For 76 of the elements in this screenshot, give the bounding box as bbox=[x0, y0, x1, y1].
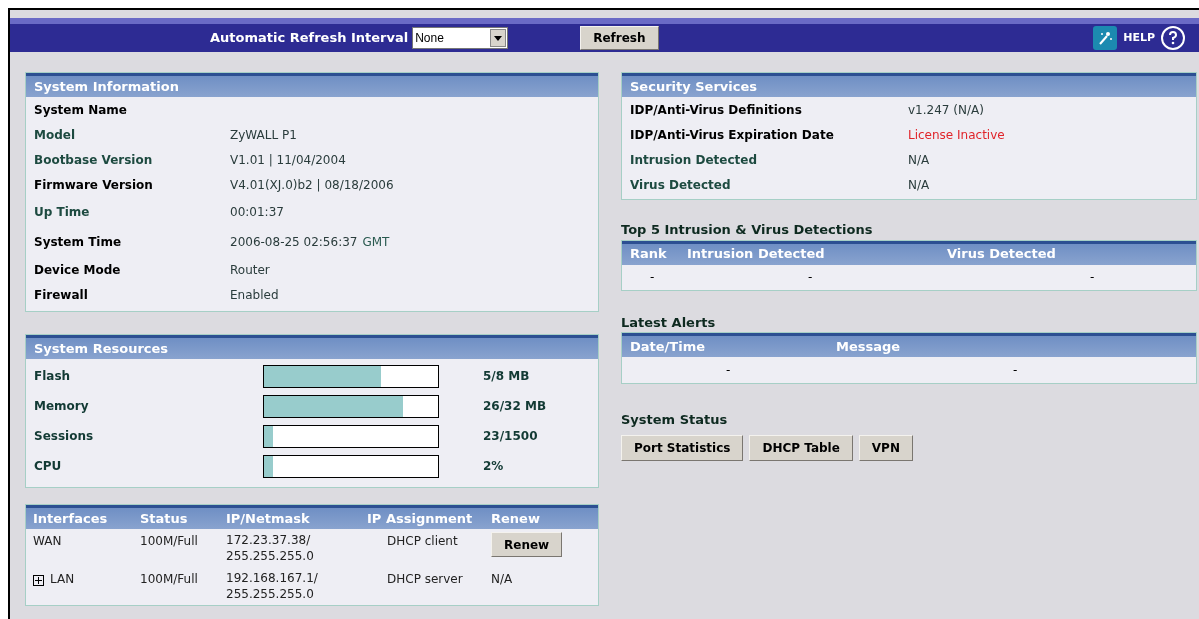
table-cell-text: DHCP server bbox=[386, 571, 464, 588]
field-label: System Name bbox=[34, 101, 128, 119]
panel-title: System Information bbox=[34, 77, 179, 96]
field-label: Bootbase Version bbox=[34, 151, 154, 169]
usage-reading: 26/32 MB bbox=[483, 398, 547, 415]
column-header: Intrusion Detected bbox=[687, 245, 826, 264]
table-cell-text: - bbox=[725, 362, 732, 379]
panel-title: System Resources bbox=[34, 339, 169, 358]
field-label: Firewall bbox=[34, 286, 89, 304]
column-header: Message bbox=[836, 337, 902, 356]
help-link[interactable]: HELP bbox=[1123, 29, 1155, 47]
column-header: IP Assignment bbox=[367, 509, 474, 528]
field-value: N/A bbox=[908, 151, 930, 169]
field-value: V1.01 | 11/04/2004 bbox=[230, 151, 346, 169]
resource-label: Memory bbox=[34, 398, 90, 415]
refresh-interval-select[interactable]: None bbox=[412, 27, 509, 49]
refresh-interval-label: Automatic Refresh Interval bbox=[210, 29, 409, 48]
panel-title: Security Services bbox=[630, 77, 757, 96]
wizard-icon[interactable] bbox=[1093, 26, 1118, 50]
field-unit: GMT bbox=[362, 234, 390, 251]
column-header: Virus Detected bbox=[947, 245, 1057, 264]
table-cell-text: 100M/Full bbox=[140, 533, 199, 550]
status-button[interactable]: DHCP Table bbox=[749, 434, 853, 461]
field-value: Enabled bbox=[230, 286, 279, 304]
renew-button[interactable]: Renew bbox=[491, 532, 563, 557]
field-value: 00:01:37 bbox=[230, 204, 284, 221]
table-cell-text: - bbox=[1013, 362, 1018, 379]
expand-icon[interactable] bbox=[33, 575, 44, 586]
table-cell-text: - bbox=[807, 269, 814, 286]
table-cell-text: 100M/Full bbox=[140, 571, 199, 588]
field-value: N/A bbox=[908, 176, 930, 194]
field-value: ZyWALL P1 bbox=[230, 126, 297, 144]
section-title: System Status bbox=[621, 411, 729, 429]
field-value: 2006-08-25 02:56:37 bbox=[230, 234, 358, 251]
field-label: IDP/Anti-Virus Expiration Date bbox=[630, 126, 835, 144]
field-value: v1.247 (N/A) bbox=[908, 101, 984, 119]
status-button[interactable]: VPN bbox=[858, 434, 913, 461]
help-icon[interactable] bbox=[1161, 26, 1185, 50]
table-cell-text: 192.168.167.1/ bbox=[226, 570, 319, 586]
table-cell-text: 255.255.255.0 bbox=[226, 548, 315, 564]
table-cell-text: - bbox=[1089, 269, 1095, 286]
interface-name: LAN bbox=[50, 571, 75, 588]
table-cell-text: 172.23.37.38/ bbox=[226, 532, 312, 548]
dropdown-icon bbox=[490, 29, 507, 47]
field-label: Device Mode bbox=[34, 261, 122, 279]
resource-label: Flash bbox=[34, 368, 72, 385]
refresh-button[interactable]: Refresh bbox=[580, 26, 659, 50]
field-label: System Time bbox=[34, 234, 123, 251]
interface-name: WAN bbox=[33, 533, 62, 550]
field-label: IDP/Anti-Virus Definitions bbox=[630, 101, 803, 119]
column-header: Renew bbox=[491, 509, 541, 528]
field-label: Up Time bbox=[34, 204, 91, 221]
column-header: IP/Netmask bbox=[226, 509, 311, 528]
resource-label: Sessions bbox=[34, 428, 95, 445]
usage-reading: 2% bbox=[483, 458, 504, 475]
field-label: Firmware Version bbox=[34, 176, 154, 194]
column-header: Status bbox=[140, 509, 189, 528]
status-button[interactable]: Port Statistics bbox=[621, 434, 744, 461]
section-title: Latest Alerts bbox=[621, 313, 717, 332]
table-cell-text: N/A bbox=[491, 571, 513, 588]
field-label: Intrusion Detected bbox=[630, 151, 758, 169]
column-header: Date/Time bbox=[630, 337, 707, 356]
field-value: Router bbox=[230, 261, 270, 279]
column-header: Rank bbox=[630, 245, 668, 264]
section-title: Top 5 Intrusion & Virus Detections bbox=[621, 221, 874, 239]
usage-reading: 23/1500 bbox=[483, 428, 538, 445]
table-cell-text: - bbox=[649, 269, 656, 286]
field-label: Virus Detected bbox=[630, 176, 732, 194]
field-value: V4.01(XJ.0)b2 | 08/18/2006 bbox=[230, 176, 394, 194]
field-value: License Inactive bbox=[908, 126, 1005, 144]
resource-label: CPU bbox=[34, 458, 63, 475]
column-header: Interfaces bbox=[33, 509, 109, 528]
table-cell-text: DHCP client bbox=[386, 533, 459, 550]
usage-reading: 5/8 MB bbox=[483, 368, 530, 385]
table-cell-text: 255.255.255.0 bbox=[226, 586, 315, 602]
field-label: Model bbox=[34, 126, 77, 144]
